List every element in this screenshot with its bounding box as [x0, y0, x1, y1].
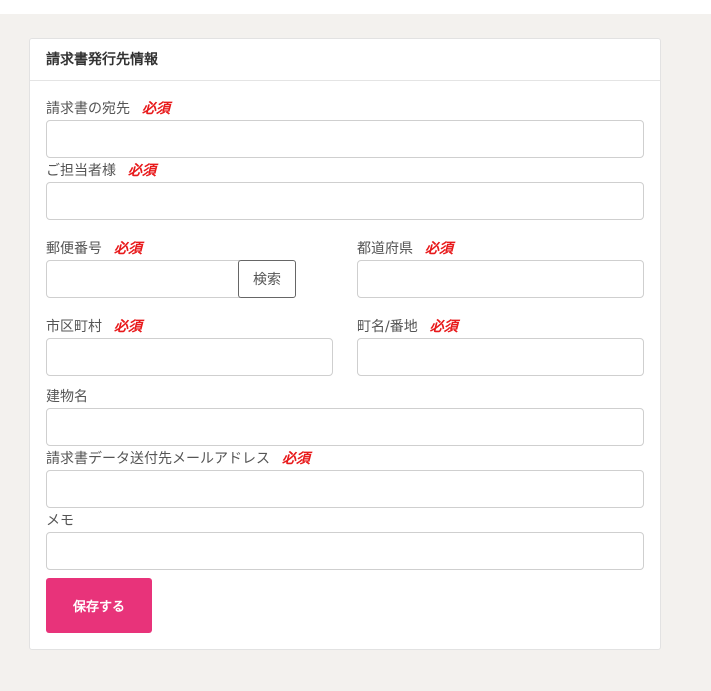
town-address-label: 町名/番地 必須 — [357, 316, 458, 336]
top-bar — [0, 0, 711, 14]
contact-person-label-text: ご担当者様 — [46, 163, 116, 179]
building-label-text: 建物名 — [46, 389, 88, 405]
postal-code-label: 郵便番号 必須 — [46, 238, 142, 258]
recipient-label: 請求書の宛先 必須 — [46, 98, 170, 118]
city-label-text: 市区町村 — [46, 319, 102, 335]
invoice-email-input[interactable] — [46, 470, 644, 508]
building-input[interactable] — [46, 408, 644, 446]
city-label: 市区町村 必須 — [46, 316, 142, 336]
card-title: 請求書発行先情報 — [30, 39, 660, 81]
required-badge: 必須 — [429, 319, 458, 335]
required-badge: 必須 — [142, 101, 170, 117]
memo-label: メモ — [46, 510, 74, 530]
contact-person-input[interactable] — [46, 182, 644, 220]
invoice-email-label-text: 請求書データ送付先メールアドレス — [46, 451, 270, 467]
contact-person-label: ご担当者様 必須 — [46, 160, 156, 180]
required-badge: 必須 — [128, 163, 156, 179]
required-badge: 必須 — [425, 241, 453, 257]
memo-label-text: メモ — [46, 513, 74, 529]
city-input[interactable] — [46, 338, 333, 376]
town-address-input[interactable] — [357, 338, 644, 376]
postal-code-input[interactable] — [46, 260, 240, 298]
building-label: 建物名 — [46, 386, 88, 406]
save-button[interactable]: 保存する — [46, 578, 152, 633]
prefecture-input[interactable] — [357, 260, 644, 298]
town-address-label-text: 町名/番地 — [357, 319, 418, 335]
address-search-button[interactable]: 検索 — [238, 260, 296, 298]
postal-code-label-text: 郵便番号 — [46, 241, 102, 257]
prefecture-label: 都道府県 必須 — [357, 238, 453, 258]
invoice-email-label: 請求書データ送付先メールアドレス 必須 — [46, 448, 310, 468]
billing-info-card: 請求書発行先情報 請求書の宛先 必須 ご担当者様 必須 郵便番号 必須 検索 都… — [29, 38, 661, 650]
recipient-label-text: 請求書の宛先 — [46, 101, 130, 117]
recipient-input[interactable] — [46, 120, 644, 158]
required-badge: 必須 — [282, 451, 310, 467]
required-badge: 必須 — [114, 319, 142, 335]
memo-input[interactable] — [46, 532, 644, 570]
prefecture-label-text: 都道府県 — [357, 241, 413, 257]
required-badge: 必須 — [114, 241, 142, 257]
